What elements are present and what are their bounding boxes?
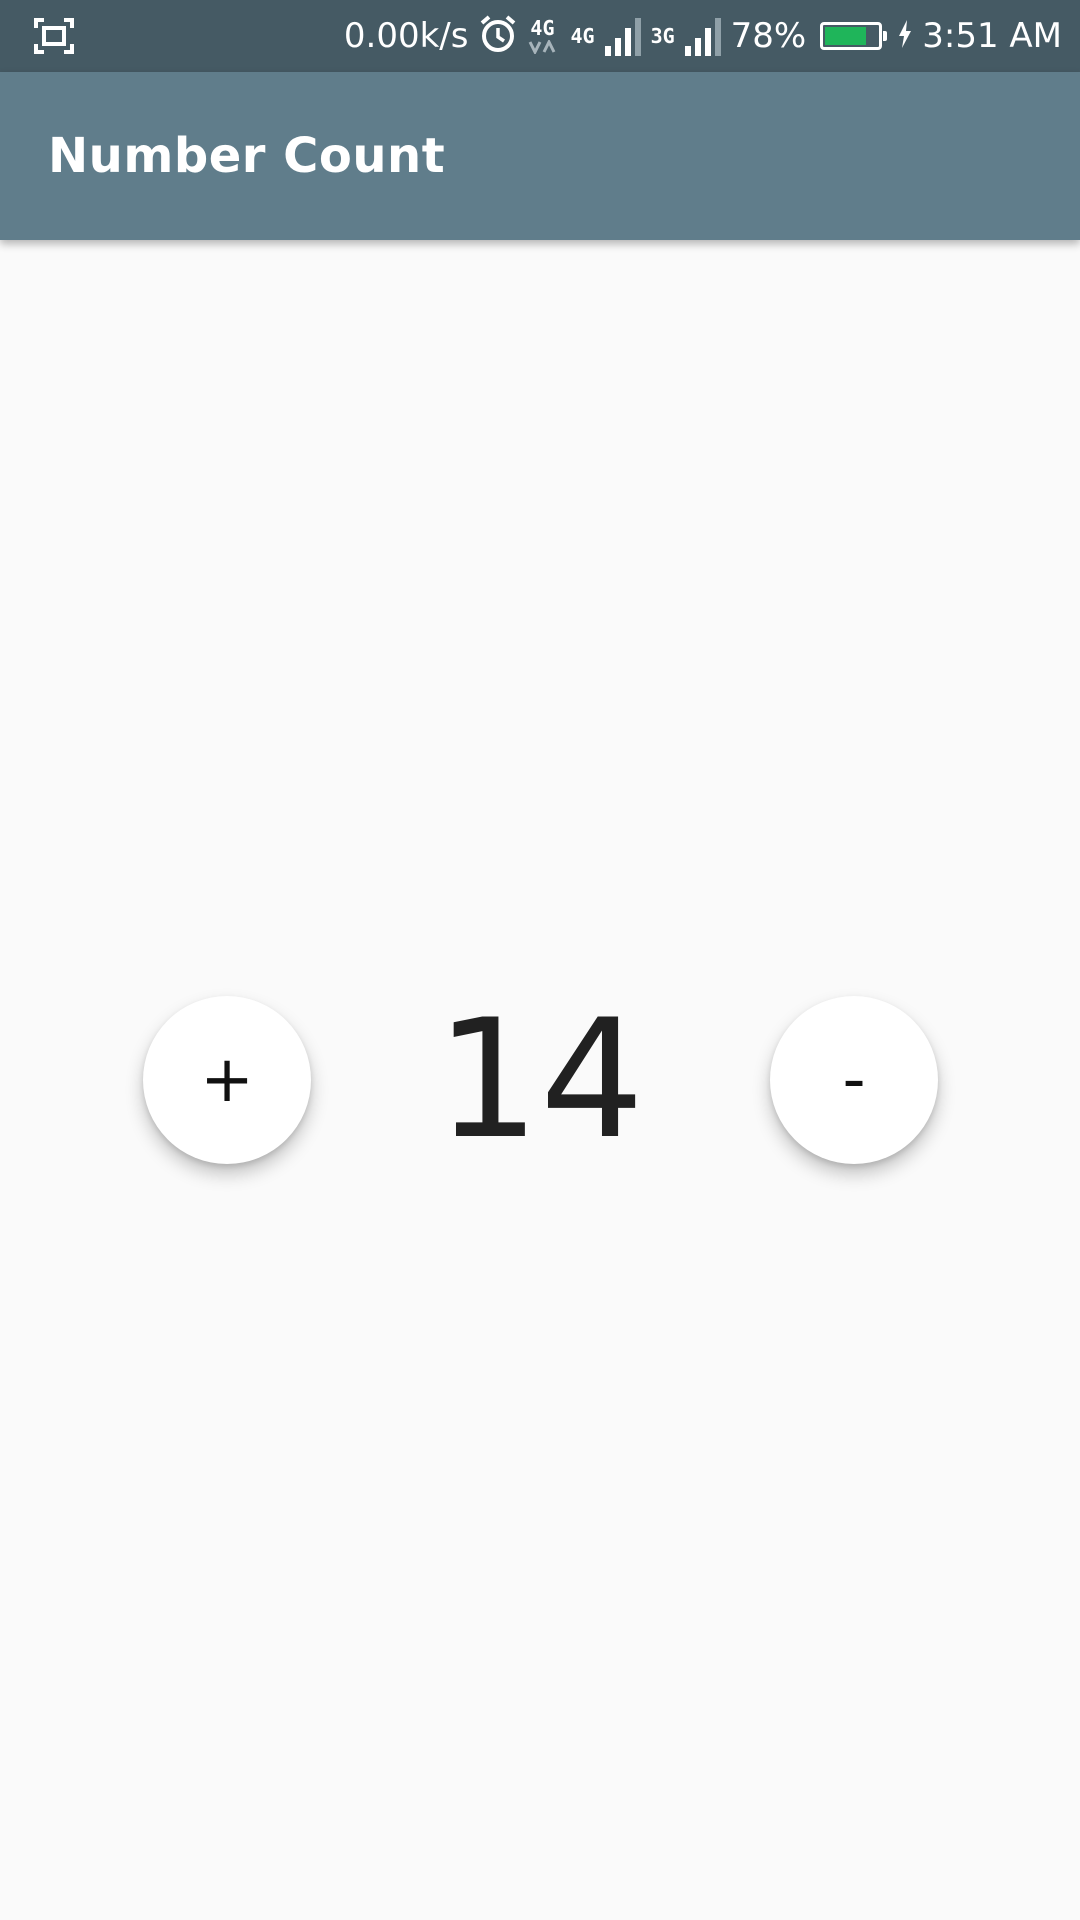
count-value: 14: [435, 984, 645, 1175]
battery-icon: [820, 22, 888, 50]
data-arrows-icon: [529, 40, 556, 54]
clock: 3:51 AM: [922, 16, 1062, 56]
net-speed: 0.00k/s: [343, 16, 469, 56]
app-title: Number Count: [48, 128, 446, 184]
status-icons: 0.00k/s 4G 4G 3G 78% 3:51 AM: [344, 0, 1062, 72]
app-bar: Number Count: [0, 72, 1080, 240]
network-type-label: 4G: [570, 24, 595, 48]
main-content: + 14 -: [0, 240, 1080, 1920]
screenshot-icon: [34, 18, 74, 54]
network-type-label: 4G: [530, 16, 555, 40]
status-bar: 0.00k/s 4G 4G 3G 78% 3:51 AM: [0, 0, 1080, 72]
network-type-label: 3G: [650, 24, 675, 48]
data-activity-indicator: 4G: [528, 18, 556, 54]
decrement-button[interactable]: -: [770, 996, 938, 1164]
charging-bolt-icon: [898, 20, 912, 52]
battery-fill: [825, 27, 866, 45]
signal-strength-icon: [604, 16, 641, 56]
battery-percent: 78%: [730, 16, 807, 56]
increment-button[interactable]: +: [143, 996, 311, 1164]
alarm-clock-icon: [478, 14, 518, 58]
signal-strength-icon: [684, 16, 721, 56]
